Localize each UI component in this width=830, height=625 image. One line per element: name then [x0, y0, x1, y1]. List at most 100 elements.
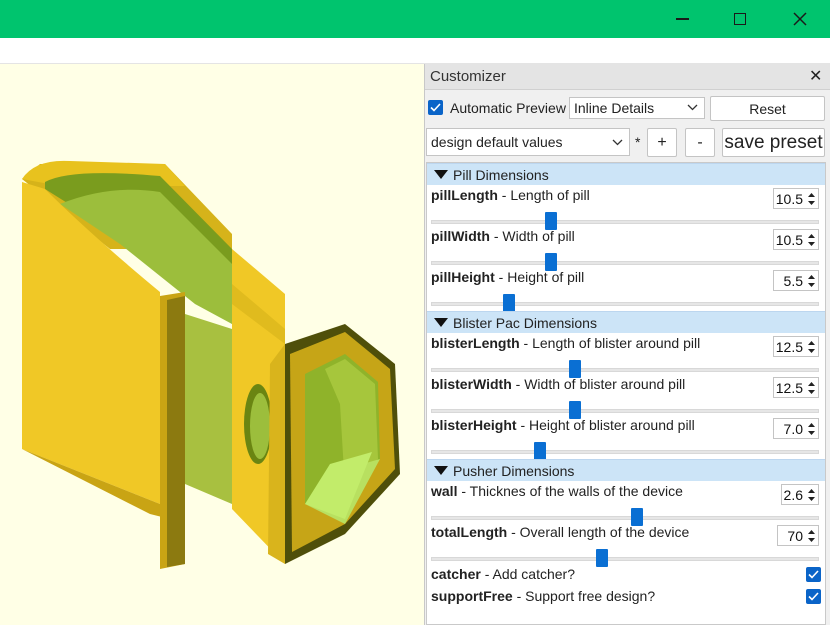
- maximize-button[interactable]: [710, 0, 770, 38]
- customizer-title: Customizer: [430, 68, 506, 85]
- slider-track[interactable]: [431, 450, 819, 454]
- group-header-pusher-dimensions[interactable]: Pusher Dimensions: [427, 459, 825, 481]
- save-preset-button[interactable]: save preset: [722, 128, 825, 157]
- collapse-triangle-icon: [434, 318, 448, 327]
- add-preset-button[interactable]: +: [647, 128, 677, 157]
- param-name: totalLength: [431, 524, 508, 540]
- spinbox-wall[interactable]: 2.6: [781, 484, 819, 505]
- param-label: blisterLength - Length of blister around…: [431, 335, 700, 351]
- param-label: pillWidth - Width of pill: [431, 228, 575, 244]
- group-header-pill-dimensions[interactable]: Pill Dimensions: [427, 163, 825, 185]
- chevron-down-icon: [687, 104, 698, 111]
- param-blisterHeight: blisterHeight - Height of blister around…: [427, 415, 825, 460]
- collapse-triangle-icon: [434, 466, 448, 475]
- slider-track[interactable]: [431, 409, 819, 413]
- param-desc: - Height of blister around pill: [516, 417, 695, 433]
- spinbox-value: 12.5: [775, 339, 803, 355]
- spin-arrows-icon[interactable]: [807, 274, 816, 288]
- spinbox-blisterLength[interactable]: 12.5: [773, 336, 819, 357]
- spin-arrows-icon[interactable]: [807, 381, 816, 395]
- automatic-preview-checkbox[interactable]: [428, 100, 443, 115]
- preview-row: Automatic Preview Inline Details Reset: [425, 94, 830, 121]
- spinbox-blisterHeight[interactable]: 7.0: [773, 418, 819, 439]
- collapse-triangle-icon: [434, 170, 448, 179]
- param-desc: - Overall length of the device: [507, 524, 690, 540]
- 3d-viewport[interactable]: [0, 64, 424, 625]
- param-name: blisterWidth: [431, 376, 512, 392]
- details-select[interactable]: Inline Details: [569, 97, 705, 119]
- param-pillLength: pillLength - Length of pill 10.5: [427, 185, 825, 230]
- param-desc: - Width of pill: [489, 228, 575, 244]
- spinbox-value: 5.5: [783, 273, 803, 289]
- close-window-button[interactable]: [770, 0, 830, 38]
- group-label: Pill Dimensions: [453, 167, 549, 183]
- param-desc: - Length of blister around pill: [519, 335, 701, 351]
- check-icon: [430, 103, 441, 112]
- slider-thumb-pillHeight[interactable]: [502, 294, 515, 312]
- spinbox-value: 10.5: [775, 191, 803, 207]
- param-pillHeight: pillHeight - Height of pill 5.5: [427, 267, 825, 312]
- check-icon: [808, 592, 819, 601]
- spinbox-pillLength[interactable]: 10.5: [773, 188, 819, 209]
- slider-track[interactable]: [431, 368, 819, 372]
- catcher-checkbox[interactable]: [806, 567, 821, 582]
- param-label: wall - Thicknes of the walls of the devi…: [431, 483, 683, 499]
- param-catcher: catcher - Add catcher?: [427, 564, 825, 586]
- preset-select[interactable]: design default values: [426, 128, 630, 156]
- spin-arrows-icon[interactable]: [807, 233, 816, 247]
- param-blisterWidth: blisterWidth - Width of blister around p…: [427, 374, 825, 419]
- slider-thumb-blisterHeight[interactable]: [533, 442, 546, 460]
- slider-track[interactable]: [431, 302, 819, 306]
- close-icon: [793, 12, 807, 26]
- parameter-list: Pill Dimensions pillLength - Length of p…: [426, 162, 826, 625]
- automatic-preview-label: Automatic Preview: [450, 100, 566, 116]
- param-name: blisterHeight: [431, 417, 517, 433]
- spinbox-pillWidth[interactable]: 10.5: [773, 229, 819, 250]
- spin-arrows-icon[interactable]: [807, 488, 816, 502]
- param-label: pillHeight - Height of pill: [431, 269, 584, 285]
- minimize-icon: [675, 18, 689, 20]
- model-render: [22, 160, 400, 569]
- maximize-icon: [734, 13, 746, 25]
- close-icon[interactable]: ✕: [809, 66, 822, 86]
- spin-arrows-icon[interactable]: [807, 192, 816, 206]
- customizer-header: Customizer ✕: [425, 64, 830, 90]
- spinbox-value: 70: [787, 528, 803, 544]
- minimize-button[interactable]: [652, 0, 712, 38]
- preset-modified-mark: *: [635, 134, 641, 150]
- param-pillWidth: pillWidth - Width of pill 10.5: [427, 226, 825, 271]
- slider-track[interactable]: [431, 220, 819, 224]
- param-desc: - Thicknes of the walls of the device: [457, 483, 683, 499]
- group-header-blister-pac-dimensions[interactable]: Blister Pac Dimensions: [427, 311, 825, 333]
- spinbox-pillHeight[interactable]: 5.5: [773, 270, 819, 291]
- check-icon: [808, 570, 819, 579]
- param-desc: - Length of pill: [497, 187, 590, 203]
- param-totalLength: totalLength - Overall length of the devi…: [427, 522, 825, 567]
- slider-track[interactable]: [431, 261, 819, 265]
- param-desc: - Height of pill: [494, 269, 585, 285]
- param-name: supportFree: [431, 588, 513, 604]
- param-name: blisterLength: [431, 335, 520, 351]
- param-supportFree: supportFree - Support free design?: [427, 586, 825, 608]
- reset-button[interactable]: Reset: [710, 96, 825, 121]
- supportFree-checkbox[interactable]: [806, 589, 821, 604]
- spinbox-blisterWidth[interactable]: 12.5: [773, 377, 819, 398]
- group-label: Blister Pac Dimensions: [453, 315, 597, 331]
- spinbox-totalLength[interactable]: 70: [777, 525, 819, 546]
- spin-arrows-icon[interactable]: [807, 529, 816, 543]
- spin-arrows-icon[interactable]: [807, 422, 816, 436]
- param-wall: wall - Thicknes of the walls of the devi…: [427, 481, 825, 526]
- param-label: catcher - Add catcher?: [431, 566, 575, 582]
- spinbox-value: 10.5: [775, 232, 803, 248]
- customizer-panel: Customizer ✕ Automatic Preview Inline De…: [424, 64, 830, 625]
- slider-track[interactable]: [431, 557, 819, 561]
- spin-arrows-icon[interactable]: [807, 340, 816, 354]
- slider-track[interactable]: [431, 516, 819, 520]
- remove-preset-button[interactable]: -: [685, 128, 715, 157]
- details-select-value: Inline Details: [574, 100, 655, 116]
- param-label: supportFree - Support free design?: [431, 588, 655, 604]
- title-bar: [0, 0, 830, 38]
- param-blisterLength: blisterLength - Length of blister around…: [427, 333, 825, 378]
- param-desc: - Add catcher?: [480, 566, 575, 582]
- param-name: catcher: [431, 566, 481, 582]
